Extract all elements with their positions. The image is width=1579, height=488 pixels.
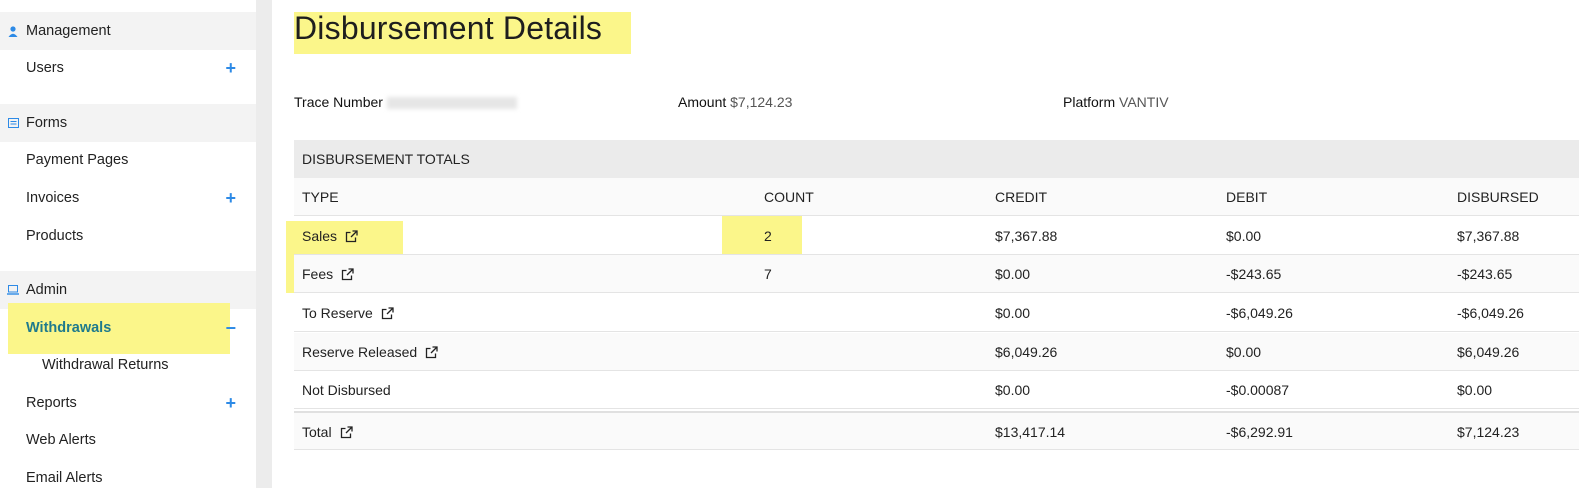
debit-cell: -$243.65: [1226, 266, 1282, 282]
table-heading: DISBURSEMENT TOTALS: [294, 140, 1579, 178]
sidebar-item-label: Invoices: [26, 190, 80, 206]
amount: Amount $7,124.23: [678, 94, 792, 110]
sidebar-item-products[interactable]: Products: [0, 218, 256, 254]
column-header: CREDIT: [995, 189, 1048, 205]
column-header: TYPE: [302, 189, 339, 205]
expand-icon[interactable]: +: [225, 189, 236, 207]
sidebar-item-reports[interactable]: Reports +: [0, 385, 256, 421]
sidebar-item-label: Products: [26, 228, 84, 244]
table-header-row: TYPE COUNT CREDIT DEBIT DISBURSED: [294, 178, 1579, 216]
sidebar-item-label: Email Alerts: [26, 470, 103, 486]
collapse-icon[interactable]: −: [225, 319, 236, 337]
sidebar-item-withdrawals[interactable]: Withdrawals −: [0, 310, 256, 346]
trace-label: Trace Number: [294, 94, 383, 110]
debit-cell: -$6,292.91: [1226, 424, 1293, 440]
disbursed-cell: $0.00: [1457, 382, 1493, 398]
external-link-icon[interactable]: [425, 345, 438, 359]
credit-cell: $13,417.14: [995, 424, 1066, 440]
type-cell[interactable]: To Reserve: [302, 294, 394, 332]
expand-icon[interactable]: +: [225, 394, 236, 412]
credit-cell: $6,049.26: [995, 344, 1058, 360]
sidebar-section-forms: Forms: [0, 104, 256, 142]
type-label: Not Disbursed: [302, 382, 391, 398]
disbursed-cell: $6,049.26: [1457, 344, 1520, 360]
debit-cell: -$6,049.26: [1226, 305, 1293, 321]
trace-number: Trace Number: [294, 94, 517, 110]
type-label: Reserve Released: [302, 344, 418, 360]
expand-icon[interactable]: +: [225, 59, 236, 77]
sidebar-item-payment-pages[interactable]: Payment Pages: [0, 142, 256, 178]
type-cell[interactable]: Total: [302, 413, 353, 451]
type-label: Sales: [302, 228, 338, 244]
external-link-icon[interactable]: [381, 306, 394, 320]
external-link-icon[interactable]: [345, 229, 358, 243]
column-header: COUNT: [764, 189, 814, 205]
external-link-icon[interactable]: [341, 267, 354, 281]
table-row: Sales 2 $7,367.88 $0.00 $7,367.88: [294, 217, 1579, 255]
debit-cell: $0.00: [1226, 344, 1262, 360]
type-label: Total: [302, 424, 332, 440]
external-link-icon[interactable]: [340, 425, 353, 439]
column-header: DEBIT: [1226, 189, 1268, 205]
debit-cell: -$0.00087: [1226, 382, 1290, 398]
sidebar-section-label: Management: [26, 23, 111, 39]
page-title: Disbursement Details: [294, 10, 603, 46]
credit-cell: $0.00: [995, 305, 1031, 321]
disbursed-cell: $7,367.88: [1457, 228, 1520, 244]
laptop-icon: [0, 285, 26, 295]
platform-value: VANTIV: [1119, 94, 1169, 110]
platform-label: Platform: [1063, 94, 1116, 110]
type-label: To Reserve: [302, 305, 373, 321]
sidebar-scroll-gutter: [256, 0, 272, 488]
sidebar-item-web-alerts[interactable]: Web Alerts: [0, 422, 256, 458]
disbursed-cell: $7,124.23: [1457, 424, 1520, 440]
table-row: Fees 7 $0.00 -$243.65 -$243.65: [294, 255, 1579, 293]
type-label: Fees: [302, 266, 334, 282]
redacted-value: [386, 97, 517, 110]
count-cell: 7: [764, 266, 772, 282]
sidebar-item-users[interactable]: Users +: [0, 50, 256, 86]
platform: Platform VANTIV: [1063, 94, 1169, 110]
sidebar-item-label: Reports: [26, 395, 77, 411]
sidebar-item-withdrawal-returns[interactable]: Withdrawal Returns: [0, 347, 256, 383]
sidebar-item-label: Withdrawals: [26, 320, 112, 336]
credit-cell: $0.00: [995, 382, 1031, 398]
type-cell[interactable]: Sales: [302, 217, 358, 255]
table-row: To Reserve $0.00 -$6,049.26 -$6,049.26: [294, 294, 1579, 332]
sidebar-section-label: Forms: [26, 115, 68, 131]
sidebar-section-management: Management: [0, 12, 256, 50]
type-cell[interactable]: Fees: [302, 255, 354, 293]
credit-cell: $7,367.88: [995, 228, 1058, 244]
type-cell[interactable]: Reserve Released: [302, 333, 438, 371]
sidebar-item-email-alerts[interactable]: Email Alerts: [0, 460, 256, 488]
sidebar-item-label: Withdrawal Returns: [42, 357, 169, 373]
table-row: Reserve Released $6,049.26 $0.00 $6,049.26: [294, 333, 1579, 371]
sidebar-item-label: Users: [26, 60, 64, 76]
sidebar-item-label: Payment Pages: [26, 152, 129, 168]
count-cell: 2: [764, 228, 772, 244]
sidebar: Management Users + Forms Payment Pages I…: [0, 0, 256, 488]
amount-label: Amount: [678, 94, 727, 110]
table-total-row: Total $13,417.14 -$6,292.91 $7,124.23: [294, 411, 1579, 450]
sidebar-item-label: Web Alerts: [26, 432, 96, 448]
form-icon: [0, 118, 26, 128]
sidebar-section-label: Admin: [26, 282, 68, 298]
type-cell: Not Disbursed: [302, 371, 391, 409]
credit-cell: $0.00: [995, 266, 1031, 282]
disbursed-cell: -$6,049.26: [1457, 305, 1524, 321]
amount-value: $7,124.23: [730, 94, 793, 110]
sidebar-item-invoices[interactable]: Invoices +: [0, 180, 256, 216]
debit-cell: $0.00: [1226, 228, 1262, 244]
disbursed-cell: -$243.65: [1457, 266, 1513, 282]
column-header: DISBURSED: [1457, 189, 1539, 205]
table-row: Not Disbursed $0.00 -$0.00087 $0.00: [294, 371, 1579, 409]
user-icon: [0, 25, 26, 37]
